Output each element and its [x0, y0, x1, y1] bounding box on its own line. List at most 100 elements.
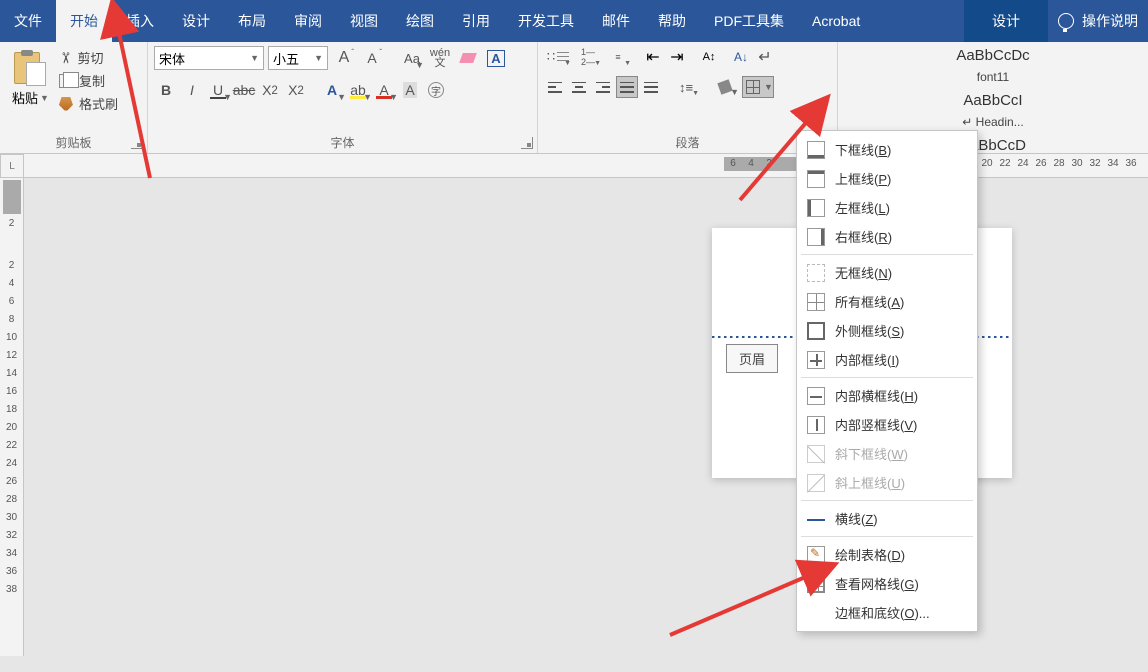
- menu-Acrobat[interactable]: Acrobat: [798, 0, 874, 42]
- italic-button[interactable]: I: [180, 78, 204, 102]
- distributed-button[interactable]: [640, 76, 662, 98]
- group-font: 宋体▼ 小五▼ Aˆ Aˇ Aa▼ wén文 A B I U▼ abc X2 X…: [148, 42, 538, 153]
- dropdown-item-label: 斜下框线(W): [835, 444, 908, 463]
- chevron-down-icon[interactable]: ▼: [40, 93, 49, 103]
- justify-button[interactable]: [616, 76, 638, 98]
- enclose-char-button[interactable]: 字: [424, 78, 448, 102]
- A-shade-icon: A: [403, 82, 416, 98]
- align-left-button[interactable]: [544, 76, 566, 98]
- outdent-icon: ⇤: [646, 47, 659, 67]
- menu-视图[interactable]: 视图: [336, 0, 392, 42]
- menu-开发工具[interactable]: 开发工具: [504, 0, 588, 42]
- dropdown-item-label: 所有框线(A): [835, 292, 904, 311]
- I-icon: I: [190, 82, 194, 98]
- paste-button[interactable]: 粘贴▼: [6, 46, 55, 135]
- numbering-button[interactable]: 1—2—▼: [574, 46, 602, 68]
- superscript-button[interactable]: X2: [284, 78, 308, 102]
- style-↵ Headin...[interactable]: AaBbCcI↵ Headin...: [846, 91, 1140, 130]
- A-border-icon: A: [487, 50, 504, 67]
- menu-邮件[interactable]: 邮件: [588, 0, 644, 42]
- chevron-down-icon: ▼: [314, 53, 323, 63]
- font-size-select[interactable]: 小五▼: [268, 46, 328, 70]
- diag2-border-icon: [807, 474, 825, 492]
- menu-布局[interactable]: 布局: [224, 0, 280, 42]
- dropdown-separator: [801, 536, 973, 537]
- align-right-button[interactable]: [592, 76, 614, 98]
- dropdown-item-right[interactable]: 右框线(R): [797, 222, 977, 251]
- strikethrough-button[interactable]: abc: [232, 78, 256, 102]
- grow-font-button[interactable]: Aˆ: [332, 46, 356, 70]
- style-font11[interactable]: AaBbCcDcfont11: [846, 46, 1140, 85]
- char-shading-button[interactable]: A: [398, 78, 422, 102]
- borders-split-button[interactable]: ▼: [742, 76, 774, 98]
- chevron-down-icon: ▼: [624, 60, 631, 67]
- underline-button[interactable]: U▼: [206, 78, 230, 102]
- menu-设计[interactable]: 设计: [168, 0, 224, 42]
- ruler-tick: 22: [996, 154, 1014, 169]
- ruler-tick: 26: [1032, 154, 1050, 169]
- chevron-down-icon[interactable]: ▼: [764, 82, 773, 92]
- ruler-vertical[interactable]: 22468101214161820222426283032343638: [0, 178, 24, 656]
- dropdown-item-hline[interactable]: 横线(Z): [797, 504, 977, 533]
- align-center-icon: [572, 82, 586, 93]
- menu-引用[interactable]: 引用: [448, 0, 504, 42]
- header-tab[interactable]: 页眉: [726, 344, 778, 373]
- character-border-button[interactable]: A: [484, 46, 508, 70]
- X-icon: X: [288, 82, 297, 98]
- phonetic-guide-button[interactable]: wén文: [428, 46, 452, 70]
- shading-button[interactable]: ▼: [710, 76, 740, 98]
- lightbulb-icon: [1058, 13, 1074, 29]
- sub-icon: 2: [271, 84, 277, 97]
- ruler-tick: 32: [0, 530, 23, 548]
- line-spacing-button[interactable]: ↕≡▼: [672, 76, 700, 98]
- change-case-button[interactable]: Aa▼: [400, 46, 424, 70]
- font-color-button[interactable]: A▼: [372, 78, 396, 102]
- decrease-indent-button[interactable]: ⇤: [642, 46, 664, 68]
- dialog-launcher-font[interactable]: [521, 137, 533, 149]
- subscript-button[interactable]: X2: [258, 78, 282, 102]
- multilevel-icon: ≡: [615, 52, 620, 62]
- sort-icon: A↓: [734, 50, 748, 64]
- menu-bar: 文件开始插入设计布局审阅视图绘图引用开发工具邮件帮助PDF工具集Acrobat设…: [0, 0, 1148, 42]
- dropdown-item-inh[interactable]: 内部横框线(H): [797, 381, 977, 410]
- clear-formatting-button[interactable]: [456, 46, 480, 70]
- bullets-button[interactable]: ∷▼: [544, 46, 572, 68]
- text-direction-button[interactable]: A↕: [698, 46, 720, 68]
- caret-icon: ˆ: [351, 48, 354, 57]
- menu-文件[interactable]: 文件: [0, 0, 56, 42]
- annotation-arrow-1: [100, 18, 160, 193]
- dropdown-item-outside[interactable]: 外侧框线(S): [797, 316, 977, 345]
- menu-PDF工具集[interactable]: PDF工具集: [700, 0, 798, 42]
- dropdown-item-label: 横线(Z): [835, 509, 878, 528]
- chevron-down-icon: ▼: [223, 92, 232, 102]
- menu-帮助[interactable]: 帮助: [644, 0, 700, 42]
- highlight-button[interactable]: ab▼: [346, 78, 370, 102]
- dropdown-item-inside[interactable]: 内部框线(I): [797, 345, 977, 374]
- document-area[interactable]: 页眉: [24, 178, 1148, 656]
- distributed-icon: [644, 82, 658, 93]
- dropdown-item-all[interactable]: 所有框线(A): [797, 287, 977, 316]
- style-name: ↵ Headin...: [962, 115, 1023, 129]
- caret-icon: ˇ: [379, 48, 382, 57]
- text-effects-button[interactable]: A▼: [320, 78, 344, 102]
- scissors-icon: ✂: [56, 51, 74, 64]
- increase-indent-button[interactable]: ⇥: [666, 46, 688, 68]
- font-name-select[interactable]: 宋体▼: [154, 46, 264, 70]
- dropdown-item-none[interactable]: 无框线(N): [797, 258, 977, 287]
- ruler-corner: L: [0, 154, 24, 178]
- menu-design-contextual[interactable]: 设计: [964, 0, 1048, 42]
- shrink-font-button[interactable]: Aˇ: [360, 46, 384, 70]
- align-center-button[interactable]: [568, 76, 590, 98]
- paste-label: 粘贴: [12, 88, 38, 107]
- menu-绘图[interactable]: 绘图: [392, 0, 448, 42]
- chevron-down-icon: ▼: [250, 53, 259, 63]
- dropdown-item-inv[interactable]: 内部竖框线(V): [797, 410, 977, 439]
- line-spacing-icon: ↕≡: [679, 80, 693, 95]
- ruler-horizontal[interactable]: 642 202224262830323436: [24, 154, 1148, 178]
- multilevel-button[interactable]: ≡▼: [604, 46, 632, 68]
- show-marks-button[interactable]: ↵: [754, 46, 776, 68]
- menu-审阅[interactable]: 审阅: [280, 0, 336, 42]
- tell-me-search[interactable]: 操作说明: [1048, 0, 1148, 42]
- ruler-tick: 28: [0, 494, 23, 512]
- sort-button[interactable]: A↓: [730, 46, 752, 68]
